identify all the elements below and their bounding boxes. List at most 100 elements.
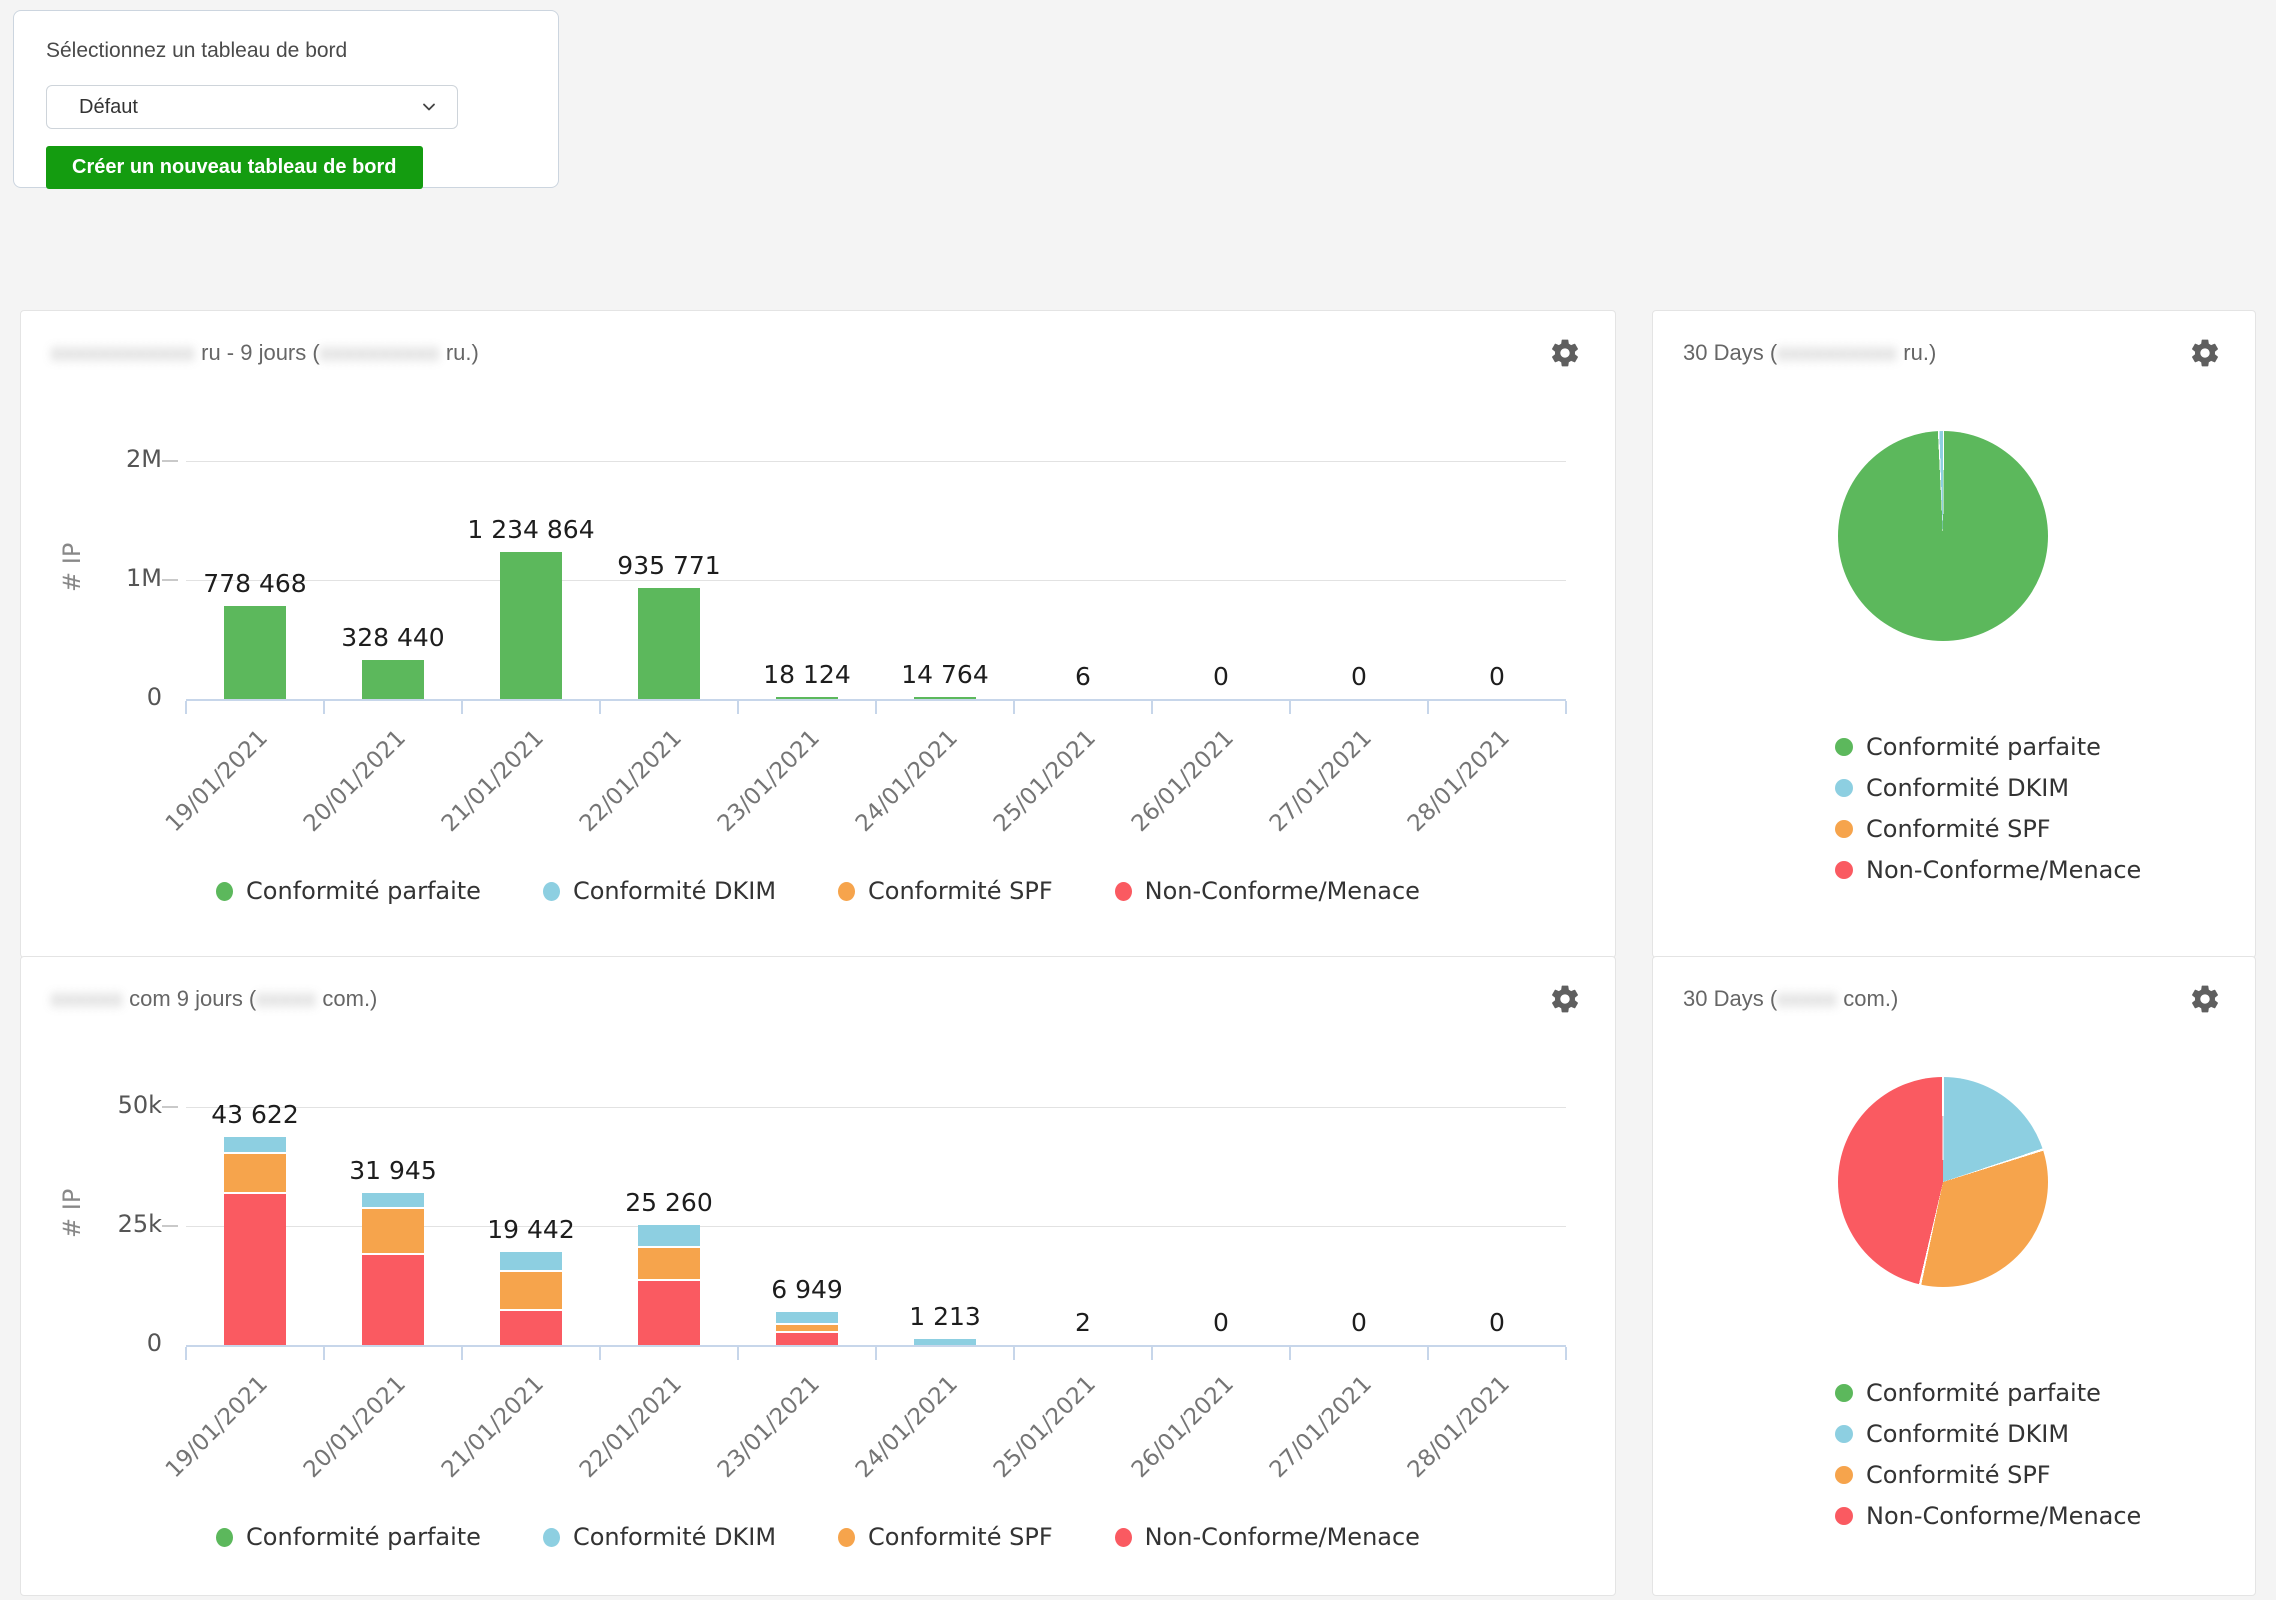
x-axis-tick — [1289, 1347, 1291, 1360]
legend-item[interactable]: Conformité SPF — [1835, 815, 2141, 843]
bar-segment-green[interactable] — [914, 697, 976, 699]
bar[interactable] — [776, 1312, 838, 1345]
bar-segment-blue[interactable] — [638, 1225, 700, 1249]
chart-legend: Conformité parfaite Conformité DKIM Confor… — [1835, 733, 2141, 884]
create-dashboard-button[interactable]: Créer un nouveau tableau de bord — [46, 146, 423, 189]
bar[interactable] — [500, 552, 562, 699]
bar-segment-orange[interactable] — [638, 1248, 700, 1281]
bar-slot: 0 — [1428, 1109, 1566, 1345]
bar-slot: 25 260 — [600, 1109, 738, 1345]
bar-segment-red[interactable] — [776, 1333, 838, 1345]
legend-dot-icon — [1835, 1425, 1853, 1443]
bar-slot: 31 945 — [324, 1109, 462, 1345]
bar[interactable] — [638, 588, 700, 699]
bar-segment-red[interactable] — [362, 1255, 424, 1345]
legend-label: Conformité DKIM — [573, 1523, 776, 1551]
bar-segment-blue[interactable] — [500, 1252, 562, 1271]
legend-item[interactable]: Non-Conforme/Menace — [1835, 1502, 2141, 1530]
legend-label: Conformité parfaite — [1866, 1379, 2101, 1407]
bar-slot: 0 — [1152, 1109, 1290, 1345]
legend-item[interactable]: Conformité parfaite — [216, 1523, 481, 1551]
chart-legend: Conformité parfaite Conformité DKIM Confor… — [21, 877, 1615, 905]
x-axis-label: 20/01/2021 — [299, 1371, 411, 1483]
bar-segment-orange[interactable] — [776, 1325, 838, 1333]
chevron-down-icon — [419, 97, 439, 117]
legend-dot-icon — [543, 1528, 560, 1547]
legend-item[interactable]: Conformité DKIM — [543, 877, 776, 905]
bar-segment-orange[interactable] — [500, 1272, 562, 1312]
bar-segment-green[interactable] — [776, 697, 838, 699]
legend-item[interactable]: Conformité DKIM — [543, 1523, 776, 1551]
x-axis-label: 21/01/2021 — [437, 725, 549, 837]
bar-segment-blue[interactable] — [776, 1312, 838, 1325]
value-label: 2 — [1075, 1308, 1091, 1337]
legend-item[interactable]: Conformité parfaite — [1835, 1379, 2141, 1407]
legend-item[interactable]: Conformité DKIM — [1835, 774, 2141, 802]
legend-item[interactable]: Conformité DKIM — [1835, 1420, 2141, 1448]
bar-chart-card-com: xxxxxx com 9 jours (xxxxx com.) 025k50k4… — [20, 956, 1616, 1596]
selector-label: Sélectionnez un tableau de bord — [46, 39, 526, 63]
bar[interactable] — [500, 1252, 562, 1345]
legend-label: Conformité DKIM — [573, 877, 776, 905]
x-axis-label: 24/01/2021 — [851, 1371, 963, 1483]
x-axis-label: 26/01/2021 — [1127, 725, 1239, 837]
bar-segment-green[interactable] — [224, 606, 286, 699]
legend-item[interactable]: Non-Conforme/Menace — [1115, 877, 1420, 905]
legend-item[interactable]: Non-Conforme/Menace — [1835, 856, 2141, 884]
x-axis-label: 26/01/2021 — [1127, 1371, 1239, 1483]
x-axis-tick — [1565, 1347, 1567, 1360]
x-axis-tick — [323, 1347, 325, 1360]
x-axis-label: 28/01/2021 — [1403, 1371, 1515, 1483]
value-label: 18 124 — [763, 660, 850, 689]
value-label: 0 — [1213, 662, 1229, 691]
legend-item[interactable]: Conformité parfaite — [216, 877, 481, 905]
y-axis-tick-label: 0 — [72, 1329, 162, 1357]
x-axis-label: 28/01/2021 — [1403, 725, 1515, 837]
bar[interactable] — [914, 1339, 976, 1345]
bar-segment-orange[interactable] — [362, 1209, 424, 1255]
bar[interactable] — [362, 660, 424, 699]
bar[interactable] — [224, 606, 286, 699]
x-axis-tick — [185, 1347, 187, 1360]
value-label: 6 949 — [771, 1275, 843, 1304]
bar-segment-orange[interactable] — [224, 1154, 286, 1194]
bar-segment-green[interactable] — [638, 588, 700, 699]
legend-label: Non-Conforme/Menace — [1145, 1523, 1420, 1551]
chart-body: Conformité parfaite Conformité DKIM Confor… — [1653, 957, 2255, 1595]
bar-segment-green[interactable] — [500, 552, 562, 699]
bar[interactable] — [914, 697, 976, 699]
pie-chart[interactable] — [1838, 431, 2048, 641]
bar-segment-red[interactable] — [638, 1281, 700, 1345]
bar-segment-green[interactable] — [362, 660, 424, 699]
legend-label: Conformité SPF — [1866, 815, 2051, 843]
x-axis-tick — [1013, 1347, 1015, 1360]
x-axis-label: 24/01/2021 — [851, 725, 963, 837]
chart-body: Conformité parfaite Conformité DKIM Confor… — [1653, 311, 2255, 957]
legend-item[interactable]: Conformité SPF — [838, 877, 1053, 905]
bar[interactable] — [362, 1193, 424, 1345]
bar-segment-red[interactable] — [500, 1311, 562, 1345]
legend-item[interactable]: Non-Conforme/Menace — [1115, 1523, 1420, 1551]
legend-item[interactable]: Conformité SPF — [1835, 1461, 2141, 1489]
y-axis-title: # IP — [58, 1208, 86, 1238]
bar-segment-blue[interactable] — [362, 1193, 424, 1209]
dashboard-select[interactable]: Défaut — [46, 85, 458, 129]
bar-slot: 43 622 — [186, 1109, 324, 1345]
legend-dot-icon — [838, 882, 855, 901]
legend-item[interactable]: Conformité SPF — [838, 1523, 1053, 1551]
x-axis-label: 25/01/2021 — [989, 725, 1101, 837]
legend-label: Conformité SPF — [868, 1523, 1053, 1551]
bar-segment-blue[interactable] — [224, 1137, 286, 1153]
pie-chart[interactable] — [1838, 1077, 2048, 1287]
legend-label: Non-Conforme/Menace — [1145, 877, 1420, 905]
bar-segment-blue[interactable] — [914, 1339, 976, 1345]
bar[interactable] — [776, 697, 838, 699]
bar-plot-area: 01M2M778 468328 4401 234 864935 77118 12… — [186, 463, 1566, 701]
bar[interactable] — [638, 1225, 700, 1345]
bar-segment-red[interactable] — [224, 1194, 286, 1345]
legend-item[interactable]: Conformité parfaite — [1835, 733, 2141, 761]
x-axis-tick — [737, 1347, 739, 1360]
bar[interactable] — [224, 1137, 286, 1345]
chart-legend: Conformité parfaite Conformité DKIM Confor… — [21, 1523, 1615, 1551]
pie-chart-card-ru: 30 Days (xxxxxxxxxx ru.) Conformité parf… — [1652, 310, 2256, 958]
